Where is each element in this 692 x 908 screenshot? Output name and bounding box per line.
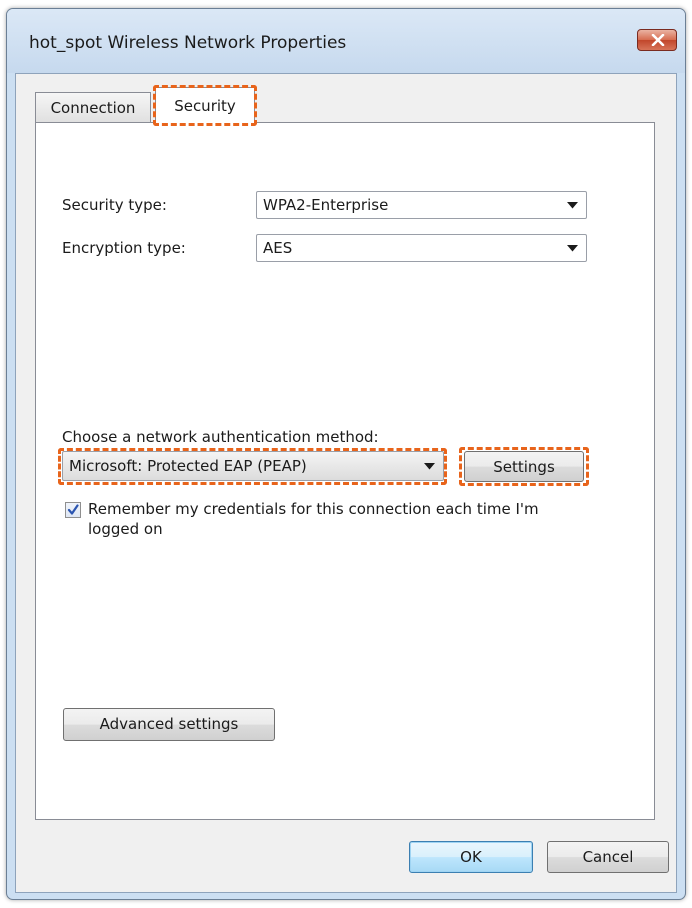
security-type-value: WPA2-Enterprise [263, 196, 389, 214]
close-icon [651, 34, 665, 46]
security-type-select[interactable]: WPA2-Enterprise [256, 191, 587, 219]
advanced-settings-button[interactable]: Advanced settings [63, 708, 275, 741]
properties-dialog: hot_spot Wireless Network Properties Con… [6, 8, 686, 900]
encryption-type-select[interactable]: AES [256, 234, 587, 262]
dialog-client-area: Connection Security Security type: WPA2-… [15, 73, 677, 893]
title-bar[interactable]: hot_spot Wireless Network Properties [7, 9, 685, 73]
encryption-type-value: AES [263, 239, 293, 257]
tab-security[interactable]: Security [155, 87, 255, 124]
chevron-down-icon [424, 463, 435, 470]
remember-credentials-label[interactable]: Remember my credentials for this connect… [88, 499, 568, 539]
auth-method-select[interactable]: Microsoft: Protected EAP (PEAP) [62, 451, 444, 481]
chevron-down-icon [567, 202, 578, 209]
window-title: hot_spot Wireless Network Properties [29, 33, 347, 53]
auth-method-value: Microsoft: Protected EAP (PEAP) [69, 457, 307, 475]
ok-button[interactable]: OK [409, 841, 533, 873]
encryption-type-label: Encryption type: [62, 239, 186, 257]
cancel-button[interactable]: Cancel [547, 841, 669, 873]
close-button[interactable] [637, 29, 677, 51]
auth-method-label: Choose a network authentication method: [62, 428, 379, 446]
security-type-label: Security type: [62, 196, 167, 214]
security-tab-panel: Security type: WPA2-Enterprise Encryptio… [35, 122, 655, 820]
tab-connection[interactable]: Connection [35, 92, 151, 122]
remember-credentials-checkbox[interactable] [65, 502, 81, 518]
chevron-down-icon [567, 245, 578, 252]
settings-button[interactable]: Settings [464, 451, 584, 482]
checkmark-icon [67, 504, 79, 515]
